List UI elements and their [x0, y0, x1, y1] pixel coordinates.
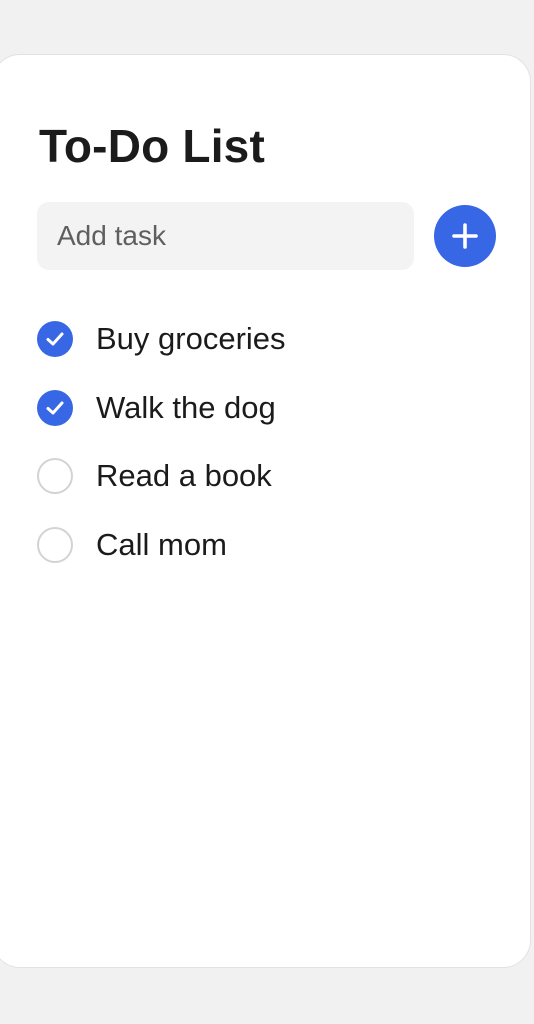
- task-list: Buy groceries Walk the dog Read a book C…: [37, 305, 497, 579]
- task-label: Walk the dog: [96, 389, 276, 425]
- task-checkbox[interactable]: [37, 389, 73, 426]
- task-label: Buy groceries: [96, 321, 286, 356]
- plus-icon: [452, 223, 478, 249]
- add-task-button[interactable]: [434, 205, 496, 267]
- checkmark-icon: [46, 332, 64, 346]
- task-checkbox[interactable]: [37, 458, 73, 495]
- page-title: To-Do List: [39, 120, 265, 172]
- task-item[interactable]: Buy groceries: [37, 305, 497, 374]
- task-item[interactable]: Read a book: [37, 442, 497, 511]
- task-label: Call mom: [96, 526, 227, 562]
- task-checkbox[interactable]: [37, 526, 73, 563]
- checkmark-icon: [46, 401, 64, 415]
- task-label: Read a book: [96, 458, 272, 494]
- add-task-input[interactable]: [37, 202, 414, 270]
- task-checkbox[interactable]: [37, 321, 73, 357]
- task-item[interactable]: Call mom: [37, 511, 497, 580]
- task-item[interactable]: Walk the dog: [37, 374, 497, 443]
